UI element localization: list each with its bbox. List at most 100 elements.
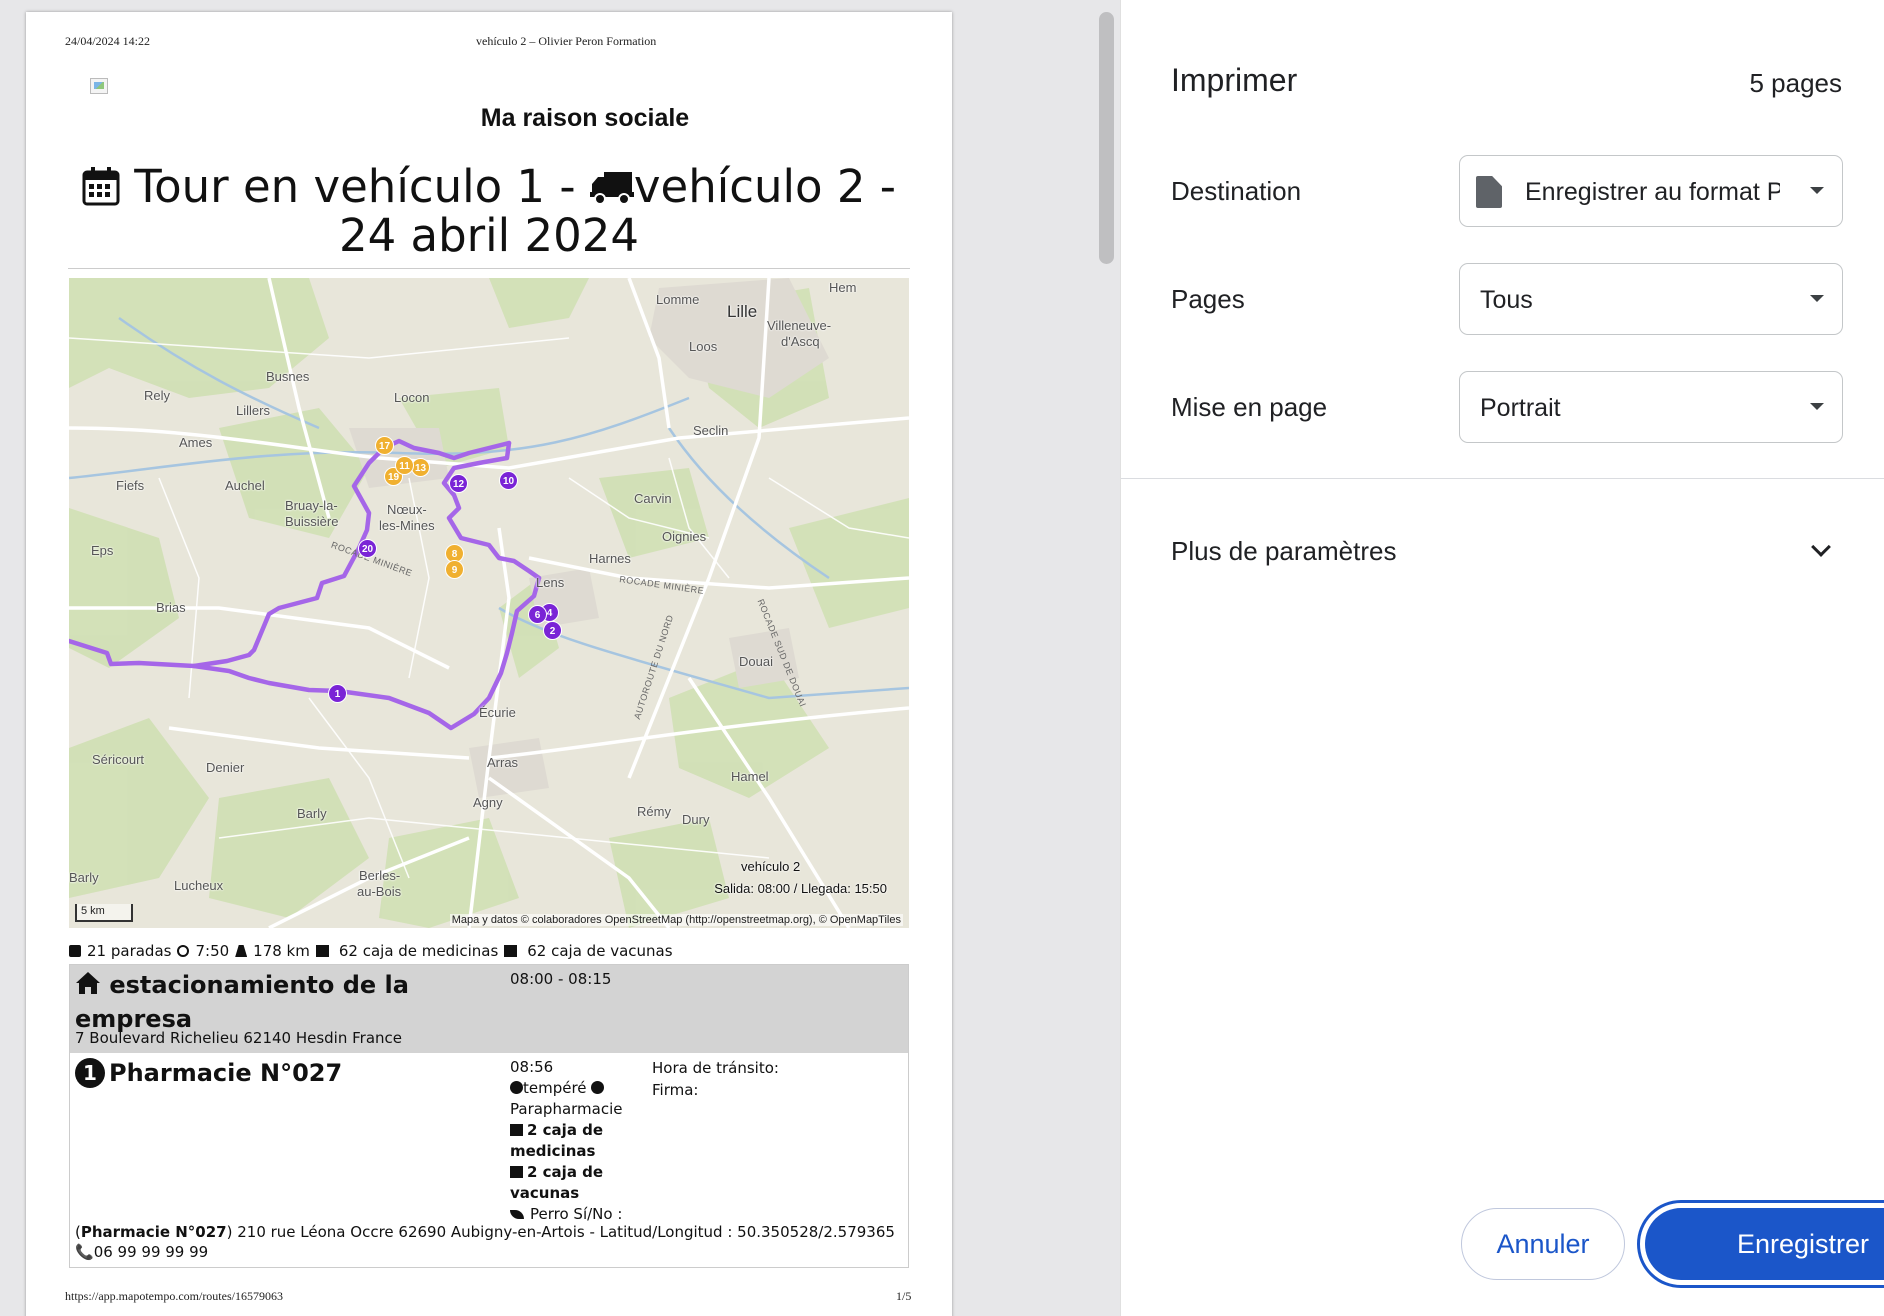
destination-select[interactable]: Enregistrer au format PDF xyxy=(1459,155,1843,227)
archive-icon xyxy=(504,945,518,957)
dropdown-arrow-icon xyxy=(1810,295,1824,302)
map-town-label: Busnes xyxy=(266,369,310,384)
scrollbar-thumb[interactable] xyxy=(1099,12,1114,264)
summary-distance: 178 km xyxy=(253,942,310,960)
archive-icon xyxy=(315,945,329,957)
map-stop-pin: 10 xyxy=(499,471,518,490)
clock-icon xyxy=(177,945,190,957)
map-stop-pin: 11 xyxy=(395,456,414,475)
map-town-label: Nœux- xyxy=(387,502,427,517)
map-town-label: Auchel xyxy=(225,478,265,493)
map-town-label: Buissière xyxy=(285,514,339,529)
route-title-part1: Tour en vehículo 1 - xyxy=(134,160,590,213)
map-town-label: au-Bois xyxy=(357,884,402,899)
map-town-label: Écurie xyxy=(479,705,516,720)
map-stop-pin: 6 xyxy=(528,605,547,624)
map-town-label: Séricourt xyxy=(92,752,145,767)
dropdown-arrow-icon xyxy=(1810,403,1824,410)
summary-vaccines: 62 caja de vacunas xyxy=(527,942,673,960)
footer-url: https://app.mapotempo.com/routes/1657906… xyxy=(65,1289,283,1303)
calendar-icon xyxy=(82,166,120,213)
map-town-label: Brias xyxy=(156,600,186,615)
stop-address: (Pharmacie N°027) 210 rue Léona Occre 62… xyxy=(75,1223,895,1241)
map-stop-pin: 20 xyxy=(358,539,377,558)
document-icon xyxy=(1476,176,1502,208)
print-settings-panel: Imprimer 5 pages Destination Enregistrer… xyxy=(1120,0,1884,1316)
checkbox-icon xyxy=(69,945,81,957)
map-town-label: Douai xyxy=(739,654,773,669)
more-settings-toggle[interactable]: Plus de paramètres xyxy=(1171,536,1396,567)
map-town-label: Harnes xyxy=(589,551,631,566)
header-datetime: 24/04/2024 14:22 xyxy=(65,34,151,48)
map-town-label: Oignies xyxy=(662,529,707,544)
map-town-label: Hamel xyxy=(731,769,769,784)
archive-icon xyxy=(510,1124,523,1136)
map-stop-pin: 13 xyxy=(411,458,430,477)
map-town-label: Agny xyxy=(473,795,503,810)
route-map: Lomme Lille Villeneuve- d'Ascq Hem Loos … xyxy=(69,278,909,928)
map-town-label: Fiefs xyxy=(116,478,145,493)
map-attribution: Mapa y datos © colaboradores OpenStreetM… xyxy=(449,914,903,926)
route-title: Tour en vehículo 1 - vehículo 2 - 24 abr… xyxy=(66,164,912,258)
map-town-label: d'Ascq xyxy=(781,334,820,349)
chevron-down-icon[interactable] xyxy=(1811,537,1831,557)
map-town-label: Berles- xyxy=(359,868,401,883)
dot-icon xyxy=(591,1081,605,1094)
stops-table: estacionamiento de la empresa 08:00 - 08… xyxy=(69,964,909,1268)
map-town-label: Lille xyxy=(727,302,758,321)
map-vehicle-name: vehículo 2 xyxy=(740,859,801,874)
map-town-label: Seclin xyxy=(693,423,729,438)
map-town-label: Barly xyxy=(297,806,327,821)
route-title-date: 24 abril 2024 xyxy=(338,209,640,262)
map-stop-pin: 9 xyxy=(445,560,464,579)
map-stop-pin: 1 xyxy=(328,684,347,703)
save-button[interactable]: Enregistrer xyxy=(1637,1200,1884,1288)
stop-signature-block: Hora de tránsito: Firma: xyxy=(652,1057,779,1101)
stop-number-badge: 1 xyxy=(75,1058,105,1088)
panel-title: Imprimer xyxy=(1171,62,1298,98)
map-town-label: Eps xyxy=(91,543,114,558)
pages-value: Tous xyxy=(1480,286,1533,314)
layout-select[interactable]: Portrait xyxy=(1459,371,1843,443)
map-town-label: Denier xyxy=(206,760,245,775)
stop-phone: 📞06 99 99 99 99 xyxy=(75,1243,209,1261)
map-town-label: Rémy xyxy=(637,804,671,819)
cancel-button[interactable]: Annuler xyxy=(1461,1208,1625,1280)
phone-icon: 📞 xyxy=(75,1243,94,1261)
stop-dog: Perro Sí/No : xyxy=(530,1205,623,1223)
road-icon xyxy=(235,945,248,957)
map-background xyxy=(69,278,909,928)
destination-value: Enregistrer au format PDF xyxy=(1525,178,1780,206)
depot-address: 7 Boulevard Richelieu 62140 Hesdin Franc… xyxy=(75,1029,403,1047)
dropdown-arrow-icon xyxy=(1810,187,1824,194)
map-town-label: Dury xyxy=(682,812,710,827)
map-stop-pin: 2 xyxy=(543,621,562,640)
stop-info: 08:56 tempéré Parapharmacie 2 caja de me… xyxy=(510,1057,640,1225)
stop-name: 1 Pharmacie N°027 xyxy=(75,1057,505,1089)
stop-medicine: 2 caja de medicinas xyxy=(510,1121,604,1160)
map-town-label: les-Mines xyxy=(379,518,435,533)
route-summary: 21 paradas 7:50 178 km 62 caja de medici… xyxy=(69,942,929,960)
stop-row: 1 Pharmacie N°027 08:56 tempéré Parapharm… xyxy=(70,1053,908,1267)
header-title: vehículo 2 – Olivier Peron Formation xyxy=(476,34,657,48)
stop-time: 08:56 xyxy=(510,1058,554,1076)
map-town-label: Rely xyxy=(144,388,171,403)
pages-select[interactable]: Tous xyxy=(1459,263,1843,335)
stop-vaccines: 2 caja de vacunas xyxy=(510,1163,604,1202)
dot-icon xyxy=(510,1081,523,1094)
map-town-label: Loos xyxy=(689,339,718,354)
print-preview-area: 24/04/2024 14:22 vehículo 2 – Olivier Pe… xyxy=(0,0,1090,1316)
home-icon xyxy=(75,971,101,1003)
signature-label: Firma: xyxy=(652,1081,699,1099)
stop-tag-tempere: tempéré xyxy=(523,1079,587,1097)
depot-row: estacionamiento de la empresa 08:00 - 08… xyxy=(70,965,908,1053)
company-name: Ma raison sociale xyxy=(480,104,690,132)
divider xyxy=(1121,478,1884,479)
map-stop-pin: 17 xyxy=(375,436,394,455)
print-page: 24/04/2024 14:22 vehículo 2 – Olivier Pe… xyxy=(26,12,952,1316)
summary-stops: 21 paradas xyxy=(87,942,172,960)
pages-label: Pages xyxy=(1171,284,1245,314)
map-town-label: Lens xyxy=(536,575,565,590)
archive-icon xyxy=(510,1166,523,1178)
summary-duration: 7:50 xyxy=(195,942,230,960)
